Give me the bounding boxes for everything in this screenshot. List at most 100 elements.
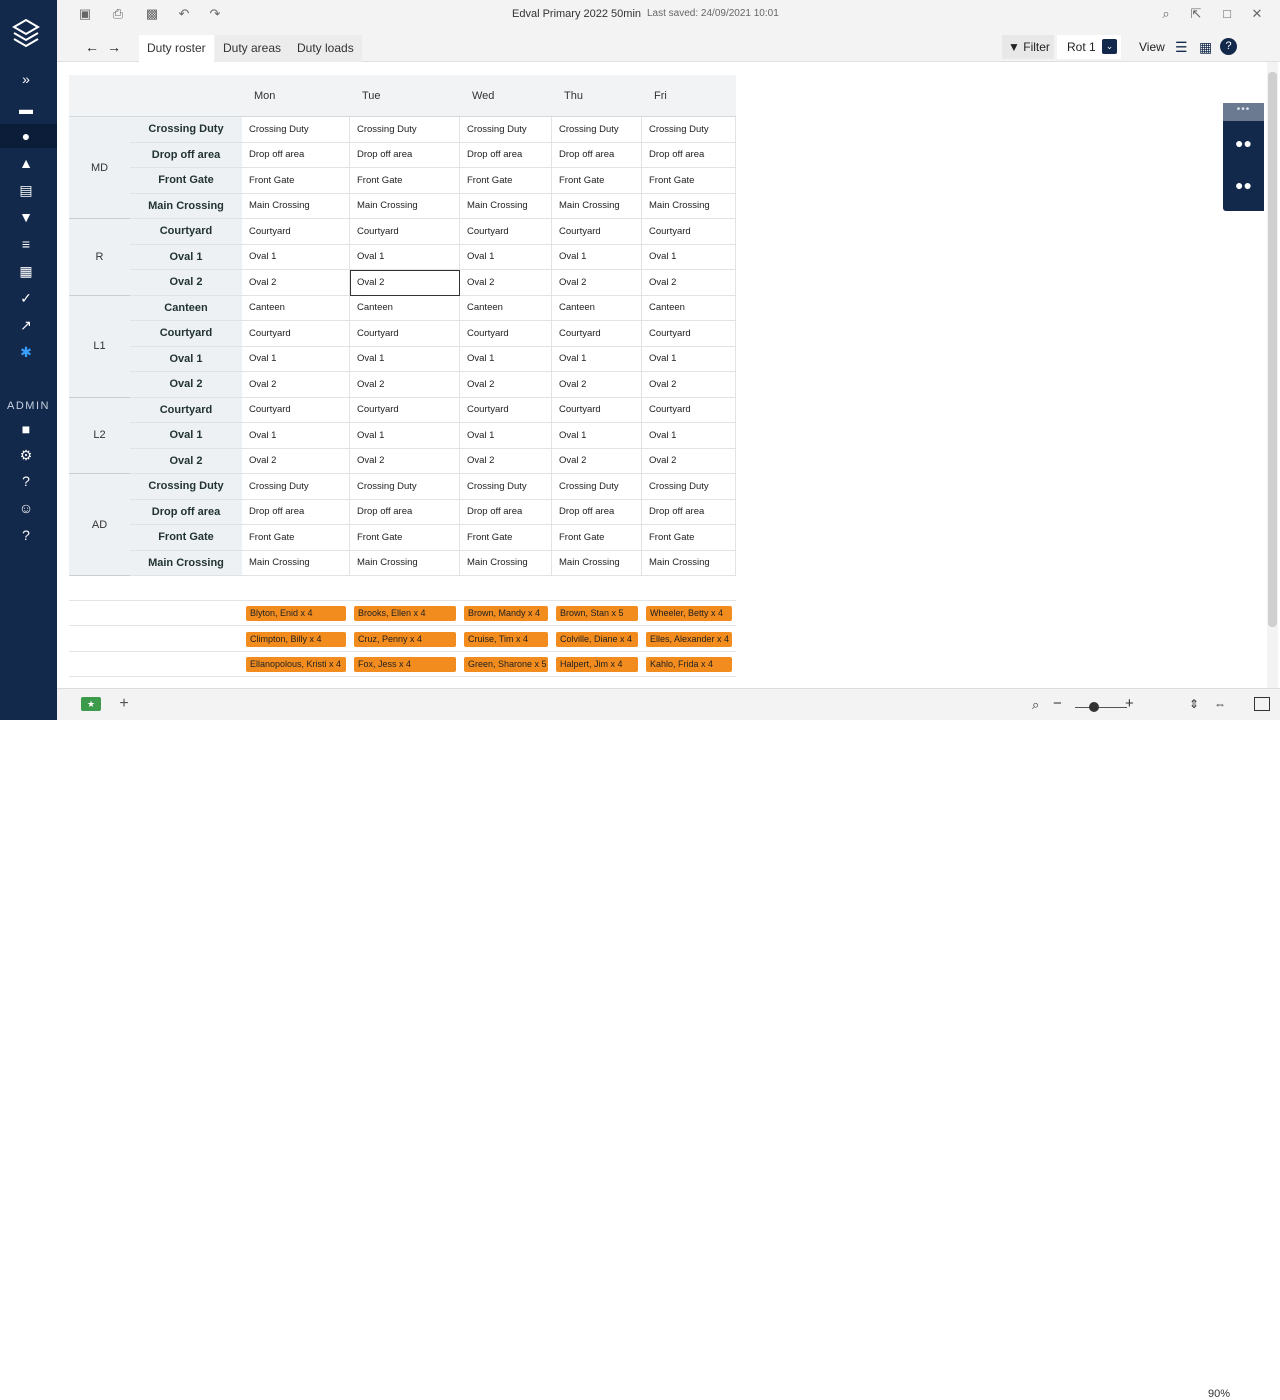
duty-cell[interactable]: Drop off area (242, 142, 350, 168)
staff-chip[interactable]: Halpert, Jim x 4 (556, 657, 638, 672)
duty-cell[interactable]: Oval 1 (552, 244, 642, 270)
gear-bug-icon[interactable]: ✱ (16, 343, 36, 361)
staff-chip[interactable]: Brown, Stan x 5 (556, 606, 638, 621)
duty-cell[interactable]: Main Crossing (642, 550, 736, 576)
duty-cell[interactable]: Drop off area (350, 499, 460, 525)
staff-chip[interactable]: Green, Sharone x 5 (464, 657, 548, 672)
duty-cell[interactable]: Oval 2 (242, 372, 350, 398)
help-icon[interactable]: ? (16, 472, 36, 490)
check-badge-icon[interactable]: ✓ (16, 289, 36, 307)
duty-cell[interactable]: Drop off area (642, 142, 736, 168)
duty-cell[interactable]: Courtyard (552, 397, 642, 423)
scrollbar-thumb[interactable] (1268, 72, 1277, 627)
duty-cell[interactable]: Oval 1 (242, 346, 350, 372)
duty-cell[interactable]: Oval 2 (642, 448, 736, 474)
box-icon[interactable]: ▬ (16, 100, 36, 118)
duty-cell[interactable]: Oval 2 (552, 270, 642, 296)
chat-icon[interactable]: ☺ (16, 499, 36, 517)
staff-chip[interactable]: Blyton, Enid x 4 (246, 606, 346, 621)
duty-cell[interactable]: Front Gate (350, 168, 460, 194)
duty-cell[interactable]: Oval 1 (642, 346, 736, 372)
duty-cell[interactable]: Front Gate (460, 168, 552, 194)
rotation-select[interactable]: Rot 1 ⌄ (1057, 35, 1121, 59)
staff-chip[interactable]: Brooks, Ellen x 4 (354, 606, 456, 621)
duty-cell[interactable]: Front Gate (552, 525, 642, 551)
duty-cell[interactable]: Main Crossing (460, 550, 552, 576)
duty-cell[interactable]: Courtyard (642, 397, 736, 423)
person-icon[interactable]: ● (16, 127, 36, 145)
duty-cell[interactable]: Drop off area (242, 499, 350, 525)
duty-cell[interactable]: Main Crossing (242, 550, 350, 576)
duty-cell[interactable]: Oval 1 (460, 346, 552, 372)
duty-cell[interactable]: Front Gate (350, 525, 460, 551)
duty-cell[interactable]: Courtyard (642, 219, 736, 245)
duty-cell[interactable]: Oval 1 (350, 346, 460, 372)
staff-group-icon[interactable]: ●● (1235, 135, 1252, 151)
duty-cell[interactable]: Main Crossing (242, 193, 350, 219)
staff-chip[interactable]: Elles, Alexander x 4 (646, 631, 732, 647)
staff-chip[interactable]: Cruz, Penny x 4 (354, 631, 456, 647)
duty-cell[interactable]: Drop off area (552, 499, 642, 525)
duty-cell[interactable]: Front Gate (552, 168, 642, 194)
duty-cell[interactable]: Main Crossing (642, 193, 736, 219)
duty-cell[interactable]: Oval 2 (242, 270, 350, 296)
duty-cell[interactable]: Oval 1 (552, 346, 642, 372)
zoom-search-icon[interactable]: ⌕ (1032, 697, 1039, 713)
duty-cell[interactable]: Main Crossing (350, 550, 460, 576)
duty-cell[interactable]: Crossing Duty (552, 117, 642, 143)
more-icon[interactable]: ••• (1223, 103, 1264, 121)
tab-duty-areas[interactable]: Duty areas (215, 35, 290, 62)
staff-chip[interactable]: Fox, Jess x 4 (354, 657, 456, 672)
fit-width-icon[interactable]: ⇔ (1214, 697, 1226, 711)
staff-chip[interactable]: Wheeler, Betty x 4 (646, 606, 732, 621)
table-view-icon[interactable]: ▦ (1199, 35, 1212, 59)
duty-cell[interactable]: Courtyard (242, 219, 350, 245)
staff-chip[interactable]: Kahlo, Frida x 4 (646, 657, 732, 672)
duty-cell[interactable]: Crossing Duty (460, 117, 552, 143)
trend-icon[interactable]: ↗ (16, 316, 36, 334)
duty-cell[interactable]: Courtyard (460, 219, 552, 245)
question-icon[interactable]: ? (16, 526, 36, 544)
duty-cell[interactable]: Crossing Duty (642, 117, 736, 143)
duty-cell[interactable]: Front Gate (242, 525, 350, 551)
back-icon[interactable]: ← (85, 35, 99, 59)
duty-cell[interactable]: Oval 1 (642, 244, 736, 270)
zoom-in-icon[interactable]: + (1125, 695, 1134, 712)
duty-cell[interactable]: Oval 1 (350, 244, 460, 270)
duty-cell[interactable]: Oval 2 (642, 270, 736, 296)
graduation-icon[interactable]: ▼ (16, 208, 36, 226)
print-icon[interactable]: ⎙ (110, 6, 126, 22)
duty-cell[interactable]: Drop off area (350, 142, 460, 168)
duty-cell[interactable]: Oval 1 (350, 423, 460, 449)
duty-cell[interactable]: Oval 2 (552, 448, 642, 474)
help-button-icon[interactable]: ? (1220, 38, 1237, 55)
duty-cell[interactable]: Front Gate (242, 168, 350, 194)
duty-cell[interactable]: Crossing Duty (242, 474, 350, 500)
duty-cell[interactable]: Courtyard (242, 397, 350, 423)
close-icon[interactable]: ✕ (1249, 6, 1265, 22)
duty-cell[interactable]: Oval 2 (552, 372, 642, 398)
duty-cell[interactable]: Courtyard (350, 219, 460, 245)
duty-cell[interactable]: Canteen (350, 295, 460, 321)
duty-cell[interactable]: Front Gate (642, 168, 736, 194)
list-view-icon[interactable]: ☰ (1175, 35, 1188, 59)
duty-cell[interactable]: Courtyard (242, 321, 350, 347)
stamp-icon[interactable]: ▲ (16, 154, 36, 172)
duty-cell[interactable]: Oval 1 (460, 244, 552, 270)
bars-icon[interactable]: ≡ (16, 235, 36, 253)
lock-icon[interactable]: ■ (16, 420, 36, 438)
duty-cell[interactable]: Front Gate (460, 525, 552, 551)
duty-cell[interactable]: Drop off area (552, 142, 642, 168)
duty-cell[interactable]: Main Crossing (552, 550, 642, 576)
duty-cell[interactable]: Drop off area (460, 142, 552, 168)
staff-chip[interactable]: Colville, Diane x 4 (556, 631, 638, 647)
duty-cell[interactable]: Crossing Duty (242, 117, 350, 143)
forward-icon[interactable]: → (107, 35, 121, 59)
duty-cell[interactable]: Courtyard (350, 321, 460, 347)
duty-cell[interactable]: Main Crossing (460, 193, 552, 219)
duty-cell[interactable]: Main Crossing (552, 193, 642, 219)
redo-icon[interactable]: ↷ (207, 6, 223, 22)
duty-cell[interactable]: Courtyard (642, 321, 736, 347)
duty-cell[interactable]: Crossing Duty (642, 474, 736, 500)
duty-cell[interactable]: Courtyard (460, 397, 552, 423)
